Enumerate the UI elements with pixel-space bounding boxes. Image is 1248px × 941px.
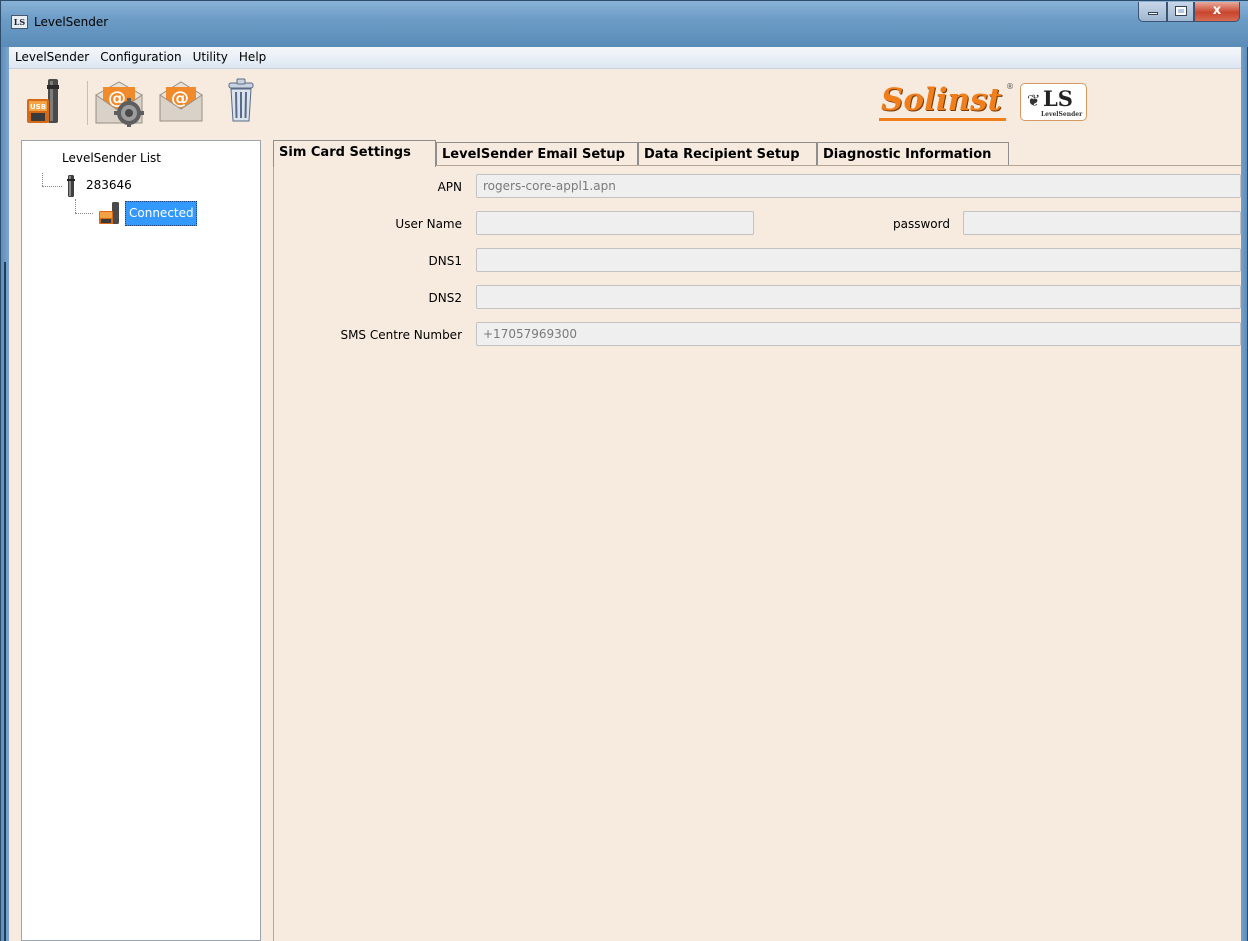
password-label: password	[893, 217, 950, 231]
menu-bar: LevelSender Configuration Utility Help	[9, 47, 1241, 69]
tab-sim-card-settings[interactable]: Sim Card Settings	[273, 140, 436, 167]
toolbar-separator	[87, 81, 88, 125]
close-icon: x	[1212, 3, 1222, 18]
menu-configuration[interactable]: Configuration	[94, 47, 186, 69]
dns2-field[interactable]	[476, 285, 1241, 309]
minimize-icon	[1147, 12, 1158, 15]
application-window: LS LevelSender x LevelSender Configurati…	[0, 0, 1248, 941]
toolbar: USB @ @ Solinst ® ❦ LS LevelSender	[9, 69, 1241, 133]
title-bar[interactable]: LS LevelSender x	[1, 1, 1248, 47]
tree-line	[42, 173, 43, 186]
svg-text:USB: USB	[30, 103, 46, 111]
tree-line	[42, 186, 62, 187]
badge-sub-text: LevelSender	[1040, 111, 1083, 118]
sim-card-settings-panel: APN rogers-core-appl1.apn User Name pass…	[273, 165, 1241, 941]
password-field[interactable]	[963, 211, 1241, 235]
brand-name: Solinst	[879, 83, 1006, 121]
settings-tabs: Sim Card Settings LevelSender Email Setu…	[263, 140, 1233, 167]
window-controls: x	[1138, 2, 1240, 22]
dns2-label: DNS2	[428, 291, 462, 305]
levelsender-tree: LevelSender List 283646 Connected	[21, 140, 261, 941]
menu-levelsender[interactable]: LevelSender	[9, 47, 94, 69]
dns1-field[interactable]	[476, 248, 1241, 272]
solinst-logo: Solinst ® ❦ LS LevelSender	[879, 80, 1087, 124]
dns1-label: DNS1	[428, 254, 462, 268]
menu-help[interactable]: Help	[233, 47, 271, 69]
email-settings-icon: @	[95, 81, 144, 128]
user-name-label: User Name	[395, 217, 462, 231]
window-title: LevelSender	[34, 15, 109, 29]
tree-title: LevelSender List	[62, 151, 162, 165]
tab-levelsender-email-setup[interactable]: LevelSender Email Setup	[436, 142, 638, 166]
email-settings-button[interactable]: @	[93, 77, 144, 128]
minimize-button[interactable]	[1138, 2, 1167, 22]
connect-levelsender-button[interactable]: USB	[21, 77, 69, 127]
user-name-field[interactable]	[476, 211, 754, 235]
badge-ls-text: LS	[1042, 86, 1073, 111]
registered-mark: ®	[1005, 82, 1014, 91]
sms-centre-number-field[interactable]: +17057969300	[476, 322, 1241, 346]
close-button[interactable]: x	[1194, 2, 1240, 22]
tree-line	[75, 199, 76, 213]
sms-centre-number-label: SMS Centre Number	[340, 328, 462, 342]
tab-diagnostic-information[interactable]: Diagnostic Information	[817, 142, 1009, 166]
tree-node-connected[interactable]: Connected	[125, 201, 197, 226]
app-icon: LS	[11, 15, 28, 29]
trash-icon	[228, 78, 254, 122]
apn-field[interactable]: rogers-core-appl1.apn	[476, 174, 1241, 198]
menu-utility[interactable]: Utility	[187, 47, 233, 69]
tab-data-recipient-setup[interactable]: Data Recipient Setup	[638, 142, 817, 166]
window-left-border	[1, 47, 9, 941]
email-icon: @	[159, 81, 203, 122]
send-email-button[interactable]: @	[157, 77, 205, 127]
device-id-label: 283646	[86, 178, 132, 192]
maximize-button[interactable]	[1167, 2, 1194, 22]
client-area: LevelSender Configuration Utility Help U…	[9, 47, 1241, 941]
usb-connection-icon	[97, 201, 123, 228]
maximize-icon	[1174, 6, 1187, 16]
levelsender-badge: ❦ LS LevelSender	[1019, 83, 1087, 121]
tree-line	[75, 213, 93, 214]
apn-label: APN	[437, 180, 462, 194]
delete-button[interactable]	[221, 77, 269, 127]
fern-icon: ❦	[1026, 91, 1041, 110]
usb-levelsender-icon: USB	[27, 79, 59, 123]
levelsender-device-icon	[67, 175, 75, 197]
